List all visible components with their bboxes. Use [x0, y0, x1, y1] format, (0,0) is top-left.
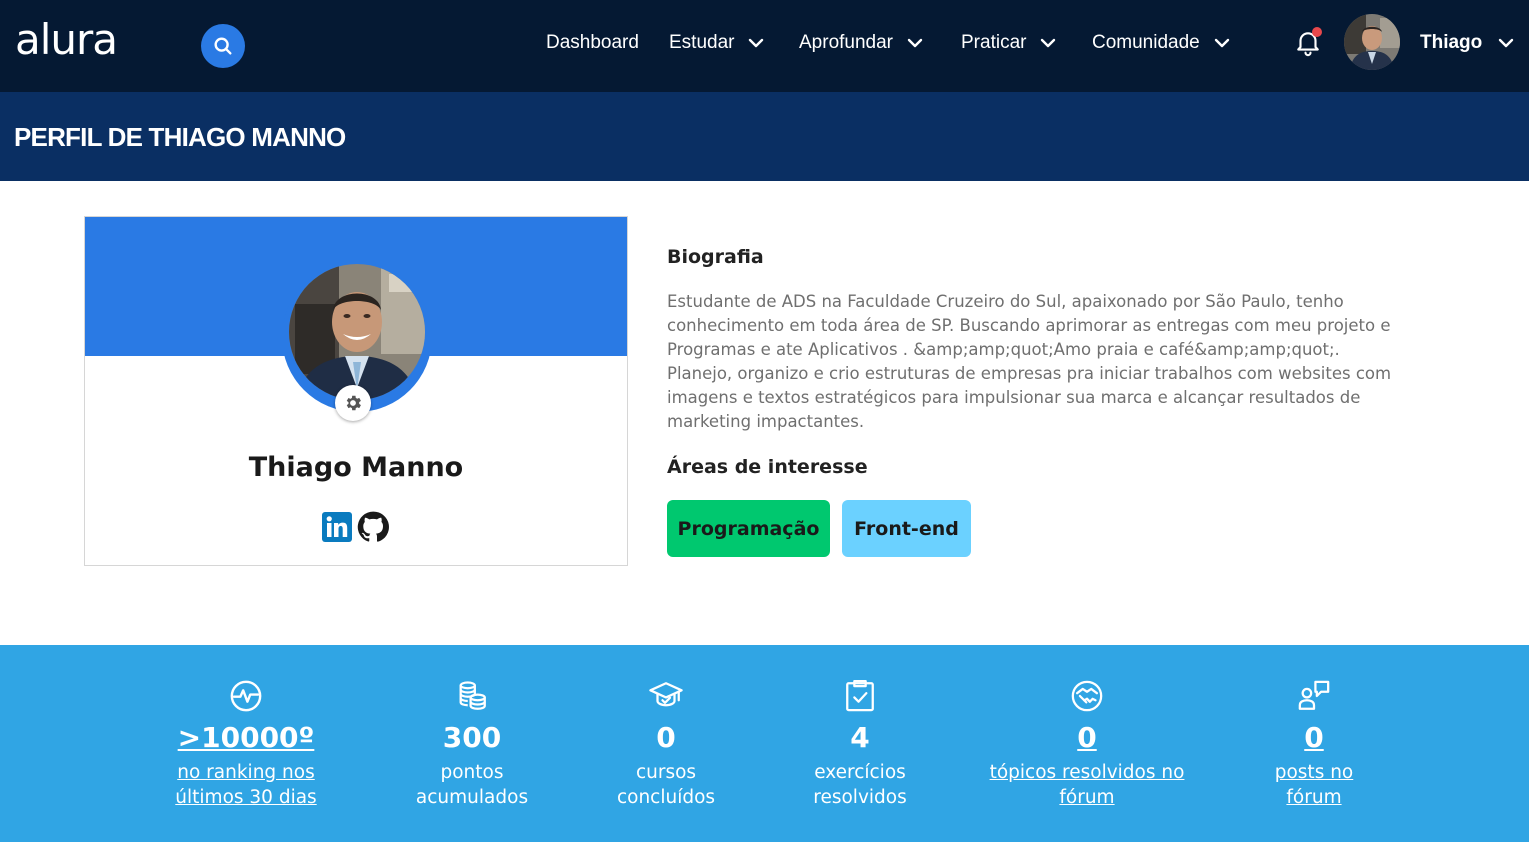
- search-button[interactable]: [201, 24, 245, 68]
- graduation-cap-icon: [648, 678, 684, 714]
- stat-ranking-value[interactable]: >10000º: [178, 721, 315, 755]
- stat-courses-label: cursos concluídos: [617, 760, 715, 810]
- clipboard-check-icon: [842, 678, 878, 714]
- stat-points-label-line2: acumulados: [415, 787, 529, 808]
- stats-band: >10000º no ranking nos últimos 30 dias 3…: [0, 645, 1529, 842]
- stat-exercises-label-line2: resolvidos: [813, 787, 907, 808]
- chevron-down-icon: [1498, 38, 1514, 48]
- stat-forum-posts-label-line2: fórum: [1286, 787, 1342, 808]
- stat-forum-posts-value[interactable]: 0: [1304, 721, 1323, 755]
- bio-heading: Biografia: [667, 246, 764, 268]
- profile-card: Thiago Manno: [84, 216, 628, 566]
- stat-exercises-label-line1: exercícios: [814, 762, 906, 783]
- github-link[interactable]: [357, 511, 389, 543]
- search-icon: [214, 37, 232, 55]
- nav-comunidade[interactable]: Comunidade: [1092, 30, 1230, 56]
- stat-exercises-label: exercícios resolvidos: [813, 760, 906, 810]
- stat-points-label: pontos acumulados: [416, 760, 528, 810]
- stat-courses: 0 cursos concluídos: [556, 678, 776, 810]
- stat-forum-topics-label-line2: fórum: [1059, 787, 1115, 808]
- user-menu-name: Thiago: [1420, 32, 1483, 53]
- chevron-down-icon: [748, 38, 764, 48]
- stat-points-label-line1: pontos: [440, 762, 504, 783]
- stat-forum-posts: 0 posts no fórum: [1204, 678, 1424, 810]
- nav-aprofundar-label: Aprofundar: [799, 32, 894, 53]
- stat-forum-topics-label[interactable]: tópicos resolvidos no fórum: [990, 760, 1185, 810]
- interest-tag-front-end[interactable]: Front-end: [842, 500, 971, 557]
- stat-courses-label-line2: concluídos: [616, 787, 716, 808]
- linkedin-link[interactable]: [321, 511, 353, 543]
- user-avatar[interactable]: [1344, 14, 1400, 70]
- alura-logo[interactable]: alura: [15, 12, 118, 68]
- activity-icon: [228, 678, 264, 714]
- linkedin-icon: [322, 512, 352, 542]
- nav-dashboard[interactable]: Dashboard: [546, 30, 639, 56]
- stat-exercises: 4 exercícios resolvidos: [750, 678, 970, 810]
- social-links: [321, 511, 389, 543]
- avatar-settings-button[interactable]: [335, 385, 371, 421]
- profile-photo: [289, 264, 425, 400]
- top-navigation: alura Dashboard Estudar Aprofundar Prati…: [0, 0, 1529, 92]
- stat-ranking-label-line1: no ranking nos: [177, 762, 315, 783]
- nav-aprofundar[interactable]: Aprofundar: [799, 30, 923, 56]
- chevron-down-icon: [1214, 38, 1230, 48]
- user-post-icon: [1296, 678, 1332, 714]
- stat-courses-label-line1: cursos: [635, 762, 697, 783]
- page-header: PERFIL DE THIAGO MANNO: [0, 92, 1529, 181]
- stat-points: 300 pontos acumulados: [362, 678, 582, 810]
- notification-dot: [1312, 27, 1322, 37]
- stat-forum-topics: 0 tópicos resolvidos no fórum: [977, 678, 1197, 810]
- nav-praticar[interactable]: Praticar: [961, 30, 1056, 56]
- profile-avatar: [289, 264, 425, 400]
- stat-ranking-label[interactable]: no ranking nos últimos 30 dias: [175, 760, 316, 810]
- interest-tag-programacao[interactable]: Programação: [667, 500, 830, 557]
- stat-forum-topics-value[interactable]: 0: [1077, 721, 1096, 755]
- stat-exercises-value: 4: [850, 721, 870, 754]
- stat-forum-topics-label-line1: tópicos resolvidos no: [989, 762, 1185, 783]
- nav-praticar-label: Praticar: [961, 32, 1027, 53]
- nav-estudar-label: Estudar: [669, 32, 735, 53]
- user-menu[interactable]: Thiago: [1420, 30, 1514, 56]
- handshake-icon: [1069, 678, 1105, 714]
- stat-ranking-label-line2: últimos 30 dias: [175, 787, 317, 808]
- interests-heading: Áreas de interesse: [667, 456, 868, 478]
- nav-estudar[interactable]: Estudar: [669, 30, 764, 56]
- user-photo: [1344, 14, 1400, 70]
- stat-courses-value: 0: [656, 721, 676, 754]
- stat-forum-posts-label-line1: posts no: [1274, 762, 1354, 783]
- chevron-down-icon: [1040, 38, 1056, 48]
- coins-icon: [454, 678, 490, 714]
- stat-points-value: 300: [442, 721, 502, 754]
- gear-icon: [346, 395, 361, 411]
- stat-forum-posts-label[interactable]: posts no fórum: [1275, 760, 1354, 810]
- nav-dashboard-label: Dashboard: [546, 32, 639, 53]
- stat-ranking: >10000º no ranking nos últimos 30 dias: [136, 678, 356, 810]
- nav-comunidade-label: Comunidade: [1092, 32, 1200, 53]
- profile-name: Thiago Manno: [248, 452, 464, 483]
- bio-text: Estudante de ADS na Faculdade Cruzeiro d…: [667, 292, 1392, 431]
- page-title: PERFIL DE THIAGO MANNO: [14, 122, 346, 152]
- chevron-down-icon: [907, 38, 923, 48]
- github-icon: [357, 511, 389, 542]
